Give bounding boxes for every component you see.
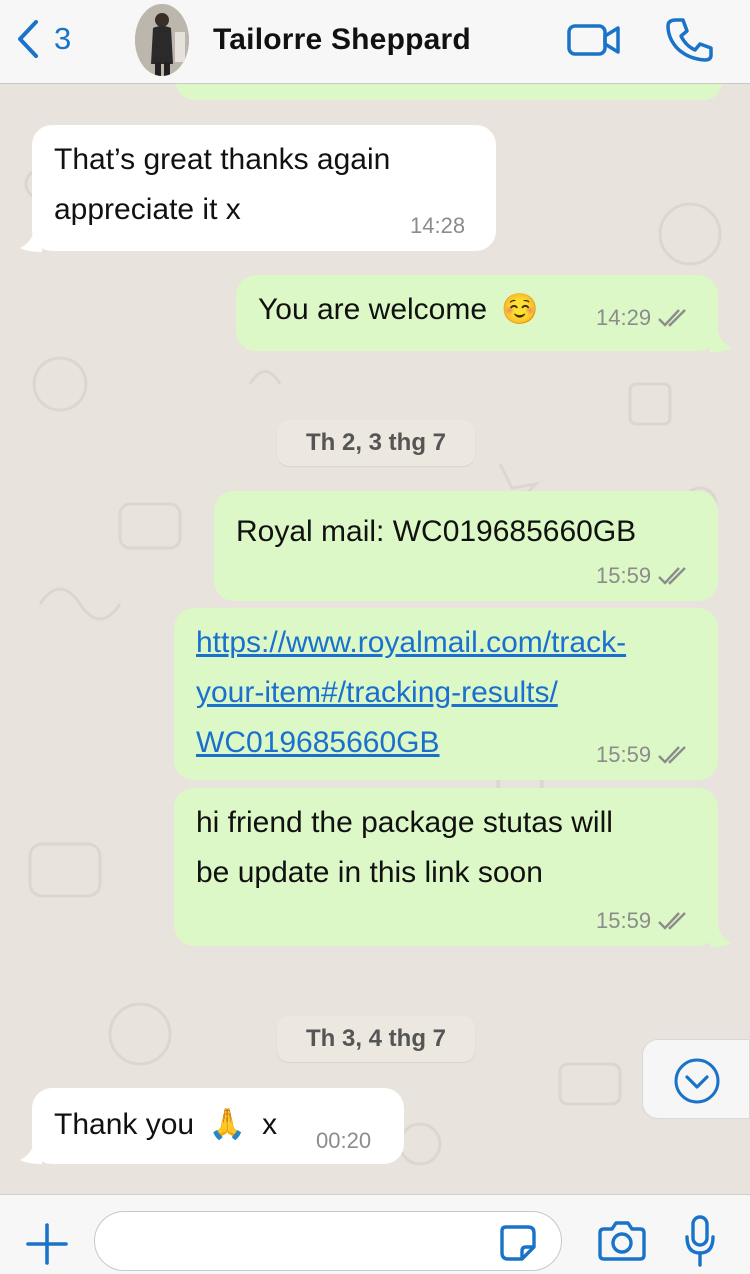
bubble-tail <box>710 330 732 352</box>
bubble-tail <box>710 925 732 947</box>
phone-icon <box>666 18 713 62</box>
video-camera-icon <box>567 24 620 56</box>
message-text: Thank you 🙏 x <box>54 1108 278 1141</box>
double-check-icon <box>658 309 686 327</box>
message-time: 14:29 <box>596 305 691 331</box>
bubble-tail <box>20 230 42 252</box>
message-bubble-outgoing[interactable]: Royal mail: WC019685660GB 15:59 <box>214 491 718 601</box>
chevron-left-icon <box>18 20 38 58</box>
double-check-icon <box>658 567 686 585</box>
message-bubble-incoming[interactable]: Thank you 🙏 x 00:20 <box>32 1088 404 1164</box>
composer-bar <box>0 1194 750 1274</box>
voice-call-button[interactable] <box>664 16 714 64</box>
message-input[interactable] <box>94 1211 562 1271</box>
scroll-to-bottom-button[interactable] <box>642 1039 750 1119</box>
date-separator: Th 2, 3 thg 7 <box>277 420 475 466</box>
message-time: 15:59 <box>596 742 691 768</box>
double-check-icon <box>658 746 686 764</box>
message-text: You are welcome ☺️ <box>258 293 539 326</box>
message-text: hi friend the package stutas will be upd… <box>196 806 613 889</box>
chat-area[interactable]: That’s great thanks again appreciate it … <box>0 84 750 1194</box>
plus-icon[interactable] <box>26 1223 68 1265</box>
camera-icon[interactable] <box>598 1219 646 1263</box>
message-text: Royal mail: WC019685660GB <box>236 515 637 548</box>
unread-count: 3 <box>54 21 72 56</box>
avatar-photo <box>135 4 189 76</box>
message-text: That’s great thanks again appreciate it … <box>54 143 391 226</box>
smiling-face-emoji: ☺️ <box>501 293 539 326</box>
chat-header: 3 Tailorre Sheppard <box>0 0 750 84</box>
contact-avatar[interactable] <box>135 4 189 76</box>
back-button[interactable]: 3 <box>14 18 71 60</box>
microphone-icon[interactable] <box>684 1215 716 1269</box>
message-bubble-incoming[interactable]: That’s great thanks again appreciate it … <box>32 125 496 251</box>
message-bubble-outgoing[interactable]: hi friend the package stutas will be upd… <box>174 788 718 946</box>
message-time: 15:59 <box>596 563 691 589</box>
message-bubble-partial <box>176 84 722 100</box>
folded-hands-emoji: 🙏 <box>208 1108 246 1141</box>
message-bubble-outgoing[interactable]: You are welcome ☺️ 14:29 <box>236 275 718 351</box>
message-time: 14:28 <box>410 213 466 238</box>
message-time: 00:20 <box>316 1128 372 1153</box>
sticker-icon[interactable] <box>498 1223 538 1263</box>
double-check-icon <box>658 912 686 930</box>
contact-name[interactable]: Tailorre Sheppard <box>213 20 471 60</box>
message-bubble-outgoing[interactable]: https://www.royalmail.com/track- your-it… <box>174 608 718 780</box>
date-separator: Th 3, 4 thg 7 <box>277 1016 475 1062</box>
message-time: 15:59 <box>596 908 691 934</box>
chevron-down-circle-icon <box>674 1058 720 1104</box>
bubble-tail <box>20 1142 42 1164</box>
tracking-link[interactable]: https://www.royalmail.com/track- your-it… <box>196 618 626 768</box>
video-call-button[interactable] <box>566 20 622 60</box>
